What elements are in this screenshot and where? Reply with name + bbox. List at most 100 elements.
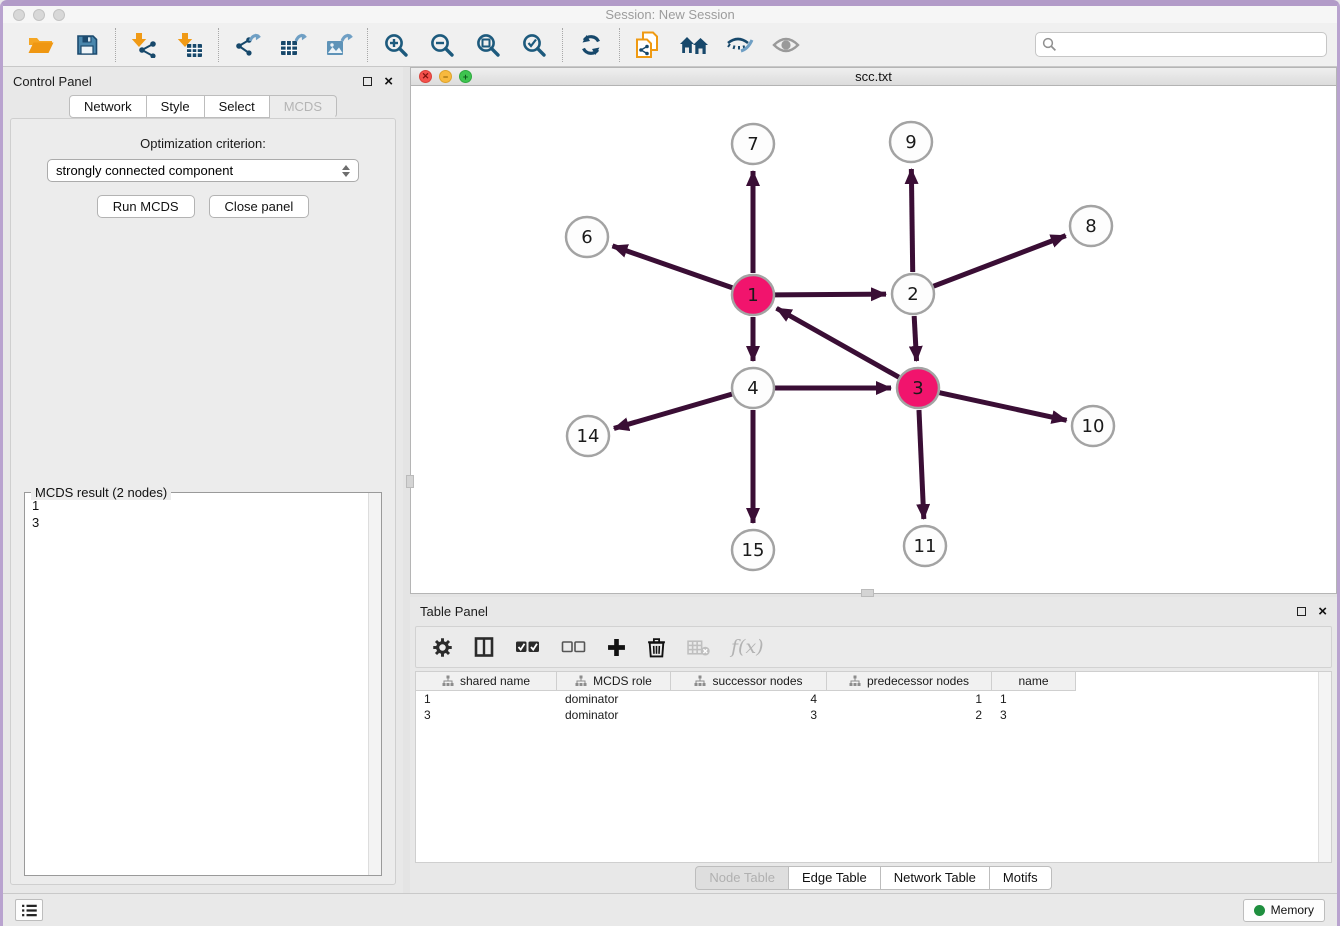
delete-row-icon[interactable] <box>647 637 666 658</box>
optimization-criterion-select[interactable]: strongly connected component <box>47 159 359 182</box>
splitter-handle-bottom[interactable] <box>861 589 874 597</box>
search-box <box>1035 32 1327 57</box>
float-panel-icon[interactable] <box>363 77 372 86</box>
graph-node-14[interactable]: 14 <box>567 416 609 456</box>
column-header-predecessor-nodes[interactable]: predecessor nodes <box>827 672 992 691</box>
column-header-shared-name[interactable]: shared name <box>416 672 557 691</box>
clone-network-icon[interactable] <box>633 30 663 60</box>
result-scrollbar[interactable] <box>368 493 381 875</box>
network-close-button[interactable]: ✕ <box>419 70 432 83</box>
table-cell-shared-name[interactable]: 3 <box>416 707 557 723</box>
close-panel-icon[interactable]: × <box>384 77 393 86</box>
graph-edge-1-2[interactable] <box>775 294 886 295</box>
graph-edge-2-3[interactable] <box>914 316 916 361</box>
mcds-result-list[interactable]: 13 <box>25 493 381 875</box>
zoom-fit-icon[interactable] <box>473 30 503 60</box>
svg-text:3: 3 <box>912 378 923 399</box>
table-float-icon[interactable] <box>1297 607 1306 616</box>
graph-edge-3-1[interactable] <box>777 308 899 377</box>
graph-edge-2-9[interactable] <box>911 169 912 272</box>
table-row[interactable]: 3dominator323 <box>416 707 1331 723</box>
tab-node-table[interactable]: Node Table <box>695 866 789 890</box>
svg-text:15: 15 <box>742 540 765 561</box>
save-session-icon[interactable] <box>72 30 102 60</box>
graph-edge-3-11[interactable] <box>919 410 924 519</box>
search-input[interactable] <box>1035 32 1327 57</box>
tab-style[interactable]: Style <box>147 95 205 118</box>
tab-network-table[interactable]: Network Table <box>881 866 990 890</box>
graph-node-3[interactable]: 3 <box>897 368 939 408</box>
table-cell-successor-nodes[interactable]: 4 <box>671 691 827 707</box>
graph-node-1[interactable]: 1 <box>732 275 774 315</box>
tab-mcds[interactable]: MCDS <box>270 95 337 118</box>
table-cell-shared-name[interactable]: 1 <box>416 691 557 707</box>
table-cell-mcds-role[interactable]: dominator <box>557 691 671 707</box>
svg-text:9: 9 <box>905 132 916 153</box>
column-header-name[interactable]: name <box>992 672 1076 691</box>
export-image-icon[interactable] <box>324 30 354 60</box>
table-toolbar: f(x) <box>415 626 1332 668</box>
tab-network[interactable]: Network <box>69 95 147 118</box>
run-mcds-button[interactable]: Run MCDS <box>97 195 195 218</box>
close-panel-button[interactable]: Close panel <box>209 195 310 218</box>
import-table-icon[interactable] <box>175 30 205 60</box>
hide-selected-icon[interactable] <box>725 30 755 60</box>
select-all-checkboxes-icon[interactable] <box>515 640 540 654</box>
zoom-out-icon[interactable] <box>427 30 457 60</box>
graph-edge-4-14[interactable] <box>614 394 732 428</box>
table-scrollbar[interactable] <box>1318 672 1331 862</box>
table-cell-name[interactable]: 1 <box>992 691 1076 707</box>
table-row[interactable]: 1dominator411 <box>416 691 1331 707</box>
tab-motifs[interactable]: Motifs <box>990 866 1052 890</box>
table-cell-predecessor-nodes[interactable]: 1 <box>827 691 992 707</box>
table-cell-mcds-role[interactable]: dominator <box>557 707 671 723</box>
table-cell-predecessor-nodes[interactable]: 2 <box>827 707 992 723</box>
node-table: shared nameMCDS rolesuccessor nodesprede… <box>415 671 1332 863</box>
table-cell-successor-nodes[interactable]: 3 <box>671 707 827 723</box>
splitter-handle-left[interactable] <box>406 475 414 488</box>
graph-node-15[interactable]: 15 <box>732 530 774 570</box>
graph-node-4[interactable]: 4 <box>732 368 774 408</box>
graph-node-10[interactable]: 10 <box>1072 406 1114 446</box>
column-header-mcds-role[interactable]: MCDS role <box>557 672 671 691</box>
graph-edge-2-8[interactable] <box>934 236 1066 287</box>
graph-edge-1-6[interactable] <box>612 246 732 288</box>
show-columns-icon[interactable] <box>474 637 494 657</box>
network-canvas[interactable]: 7 9 6 8 1 2 4 3 14 10 15 11 <box>411 86 1336 593</box>
export-network-icon[interactable] <box>232 30 262 60</box>
export-table-icon[interactable] <box>278 30 308 60</box>
network-title: scc.txt <box>411 69 1336 84</box>
network-graph[interactable]: 7 9 6 8 1 2 4 3 14 10 15 11 <box>411 86 1336 588</box>
graph-node-7[interactable]: 7 <box>732 124 774 164</box>
delete-table-icon <box>687 639 710 656</box>
add-row-icon[interactable] <box>607 638 626 657</box>
table-cell-name[interactable]: 3 <box>992 707 1076 723</box>
table-close-icon[interactable]: × <box>1318 607 1327 616</box>
tab-edge-table[interactable]: Edge Table <box>789 866 881 890</box>
graph-node-9[interactable]: 9 <box>890 122 932 162</box>
refresh-icon[interactable] <box>576 30 606 60</box>
zoom-in-icon[interactable] <box>381 30 411 60</box>
network-column-icon <box>694 675 706 687</box>
zoom-selected-icon[interactable] <box>519 30 549 60</box>
graph-edge-3-10[interactable] <box>939 393 1066 421</box>
open-session-icon[interactable] <box>26 30 56 60</box>
task-history-button[interactable] <box>15 899 43 921</box>
network-minimize-button[interactable]: − <box>439 70 452 83</box>
column-header-successor-nodes[interactable]: successor nodes <box>671 672 827 691</box>
network-maximize-button[interactable]: + <box>459 70 472 83</box>
first-neighbors-icon[interactable] <box>679 30 709 60</box>
tab-select[interactable]: Select <box>205 95 270 118</box>
graph-node-11[interactable]: 11 <box>904 526 946 566</box>
control-panel: Control Panel × NetworkStyleSelectMCDS O… <box>3 67 403 893</box>
show-all-icon[interactable] <box>771 30 801 60</box>
graph-node-2[interactable]: 2 <box>892 274 934 314</box>
list-icon <box>21 904 38 917</box>
graph-node-6[interactable]: 6 <box>566 217 608 257</box>
graph-node-8[interactable]: 8 <box>1070 206 1112 246</box>
svg-text:11: 11 <box>914 536 937 557</box>
deselect-all-checkboxes-icon[interactable] <box>561 640 586 654</box>
table-settings-icon[interactable] <box>432 637 453 658</box>
memory-button[interactable]: Memory <box>1243 899 1325 922</box>
import-network-icon[interactable] <box>129 30 159 60</box>
